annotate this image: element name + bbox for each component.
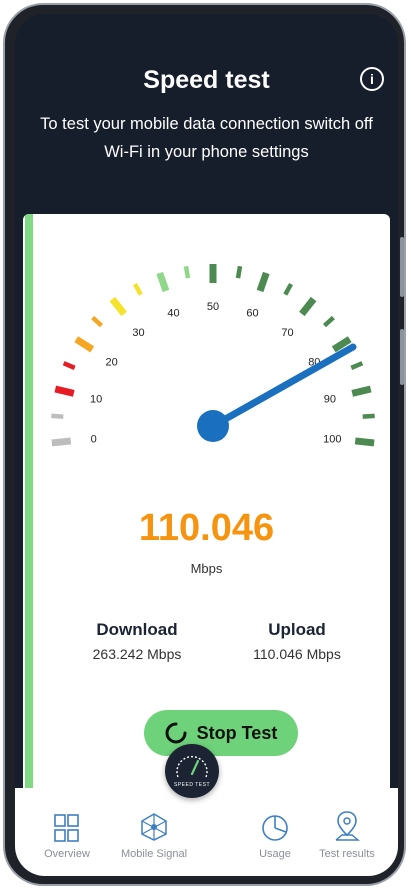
gauge-tick bbox=[283, 282, 294, 296]
header: Speed test i To test your mobile data co… bbox=[15, 14, 398, 214]
gauge-tick bbox=[350, 361, 364, 370]
gauge-tick bbox=[322, 315, 335, 328]
fab-label: SPEED TEST bbox=[173, 782, 211, 788]
gauge-scale-label: 40 bbox=[167, 308, 179, 320]
bottom-navigation: Overview Mobile Signal Usage Test result… bbox=[15, 788, 398, 876]
gauge-scale-label: 50 bbox=[207, 301, 219, 313]
stop-test-label: Stop Test bbox=[196, 722, 278, 743]
gauge-tick bbox=[51, 413, 64, 419]
gauge-tick bbox=[54, 385, 75, 397]
gauge-scale-label: 90 bbox=[324, 394, 336, 406]
download-stat: Download 263.242 Mbps bbox=[57, 620, 217, 662]
nav-item-usage[interactable]: Usage bbox=[235, 810, 315, 860]
gauge-tick bbox=[74, 336, 95, 353]
pie-chart-icon bbox=[262, 815, 288, 841]
gauge-tick bbox=[132, 282, 143, 296]
nav-item-test-results[interactable]: Test results bbox=[307, 810, 387, 860]
gauge-needle bbox=[209, 343, 357, 430]
gauge-tick bbox=[299, 296, 317, 317]
gauge-scale-label: 60 bbox=[246, 308, 258, 320]
gauge-scale-label: 0 bbox=[91, 434, 97, 446]
gauge-tick bbox=[183, 265, 191, 279]
nav-label-mobile-signal: Mobile Signal bbox=[120, 848, 188, 860]
download-label: Download bbox=[96, 620, 178, 639]
spinner-icon bbox=[165, 722, 187, 744]
gauge-tick bbox=[91, 315, 104, 328]
upload-value: 110.046 Mbps bbox=[253, 646, 341, 662]
wifi-hint-text: To test your mobile data connection swit… bbox=[40, 115, 373, 161]
upload-label: Upload bbox=[268, 620, 326, 639]
nav-label-usage: Usage bbox=[259, 848, 291, 860]
nav-item-mobile-signal[interactable]: Mobile Signal bbox=[114, 810, 194, 860]
page-title: Speed test bbox=[143, 66, 270, 94]
gauge-tick bbox=[156, 271, 170, 293]
gauge-tick bbox=[362, 413, 375, 419]
gauge-tick bbox=[109, 296, 127, 317]
gauge-tick bbox=[235, 265, 243, 279]
grid-icon bbox=[54, 814, 79, 842]
network-icon bbox=[141, 813, 167, 841]
nav-label-overview: Overview bbox=[44, 848, 90, 860]
speedometer-icon bbox=[176, 755, 208, 778]
gauge-hub bbox=[197, 410, 229, 442]
nav-label-test-results: Test results bbox=[319, 848, 375, 860]
gauge-scale-label: 70 bbox=[281, 327, 293, 339]
gauge-tick bbox=[62, 361, 76, 370]
speed-test-card: 0 10 20 30 40 50 60 70 80 90 100 110.046 Mbps Down… bbox=[23, 214, 390, 804]
speedometer-gauge: 0102030405060708090100 bbox=[51, 264, 375, 447]
gauge-scale-label: 30 bbox=[132, 327, 144, 339]
gauge-tick bbox=[256, 271, 270, 293]
volume-button bbox=[400, 237, 404, 297]
gauge-scale-label: 10 bbox=[90, 394, 102, 406]
current-speed-value: 110.046 bbox=[138, 507, 275, 549]
gauge-tick bbox=[354, 437, 375, 447]
speed-test-fab[interactable]: SPEED TEST bbox=[165, 744, 219, 798]
gauge-tick bbox=[51, 437, 72, 447]
nav-item-overview[interactable]: Overview bbox=[27, 810, 107, 860]
gauge-tick bbox=[351, 385, 372, 397]
info-icon[interactable]: i bbox=[360, 67, 384, 91]
gauge-scale-label: 20 bbox=[106, 357, 118, 369]
download-value: 263.242 Mbps bbox=[92, 646, 182, 662]
gauge-scale-label: 100 bbox=[323, 434, 341, 446]
map-pin-icon bbox=[335, 811, 360, 841]
upload-stat: Upload 110.046 Mbps bbox=[217, 620, 377, 662]
speed-unit: Mbps bbox=[190, 561, 223, 576]
power-button bbox=[400, 329, 404, 385]
